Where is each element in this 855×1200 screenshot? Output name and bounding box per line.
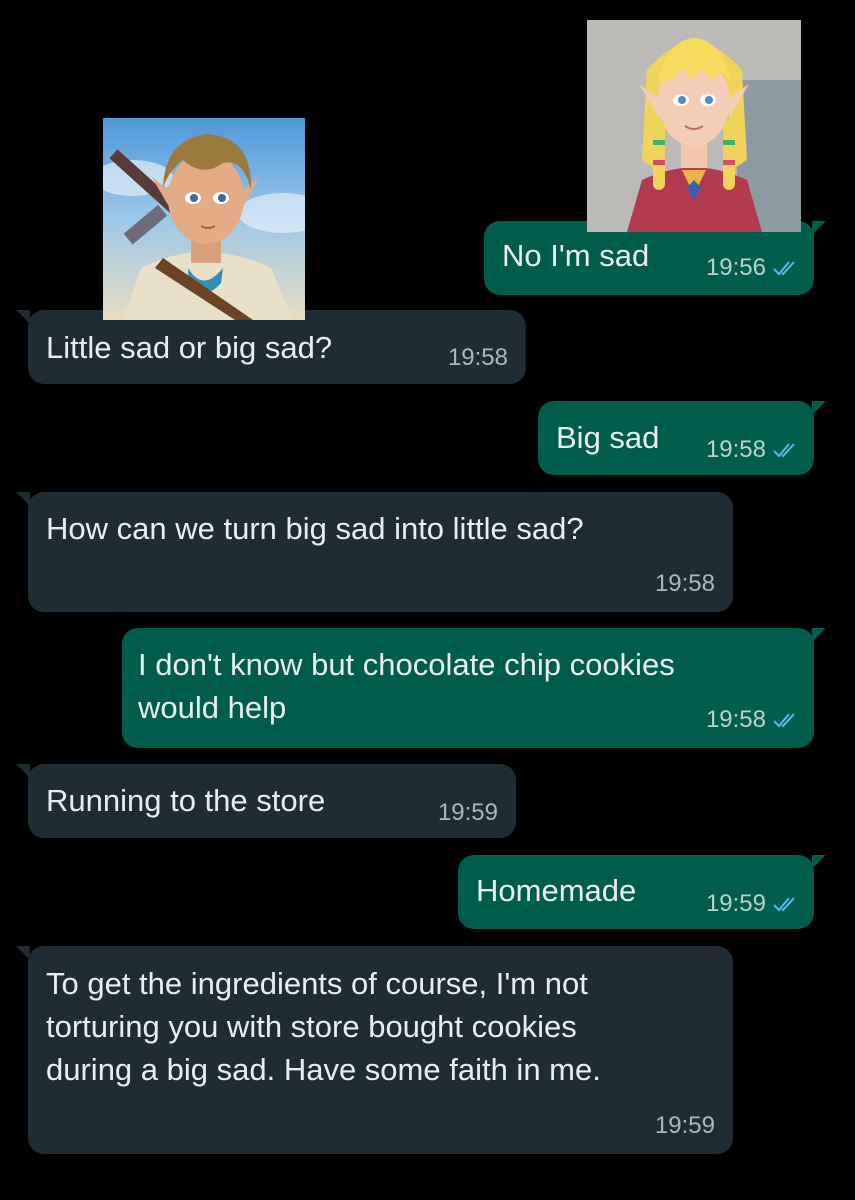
message-time: 19:58 — [705, 706, 766, 733]
message-meta: 19:58 — [655, 570, 715, 598]
bubble-tail — [16, 492, 30, 506]
message-bubble-outgoing[interactable]: Homemade 19:59 — [458, 855, 826, 929]
bubble-tail — [812, 855, 826, 869]
message-meta: 19:58 — [706, 436, 798, 464]
read-double-check-icon — [773, 443, 795, 458]
message-text: How can we turn big sad into little sad? — [46, 511, 584, 546]
message-time: 19:59 — [705, 890, 766, 917]
message-bubble-outgoing[interactable]: Big sad 19:58 — [538, 401, 826, 475]
message-bubble-outgoing[interactable]: No I'm sad 19:56 — [484, 221, 826, 295]
message-text: Little sad or big sad? — [46, 330, 333, 365]
message-time: 19:58 — [447, 344, 508, 371]
message-time: 19:56 — [705, 254, 766, 281]
bubble-tail — [16, 764, 30, 778]
blonde-princess-character-portrait — [587, 20, 801, 232]
green-tunic-character-portrait — [103, 118, 305, 320]
message-bubble-incoming[interactable]: Little sad or big sad? 19:58 — [16, 310, 526, 384]
message-time: 19:58 — [705, 436, 766, 463]
message-text: Running to the store — [46, 783, 326, 818]
bubble-tail — [16, 946, 30, 960]
bubble-tail — [812, 221, 826, 235]
message-meta: 19:59 — [655, 1112, 715, 1140]
bubble-tail — [16, 310, 30, 324]
message-time: 19:58 — [654, 570, 715, 597]
read-double-check-icon — [773, 897, 795, 912]
bubble-tail — [812, 401, 826, 415]
read-double-check-icon — [773, 261, 795, 276]
message-meta: 19:58 — [706, 706, 798, 734]
message-text: Homemade — [476, 873, 637, 908]
message-bubble-incoming[interactable]: Running to the store 19:59 — [16, 764, 516, 838]
message-meta: 19:56 — [706, 254, 798, 282]
message-meta: 19:59 — [438, 799, 498, 827]
message-text: Big sad — [556, 420, 660, 455]
message-text: I don't know but chocolate chip cookies … — [138, 647, 675, 725]
read-double-check-icon — [773, 713, 795, 728]
message-text: No I'm sad — [502, 238, 650, 273]
message-bubble-incoming[interactable]: To get the ingredients of course, I'm no… — [16, 946, 733, 1154]
message-time: 19:59 — [654, 1112, 715, 1139]
message-meta: 19:59 — [706, 890, 798, 918]
message-time: 19:59 — [437, 799, 498, 826]
bubble-tail — [812, 628, 826, 642]
message-bubble-incoming[interactable]: How can we turn big sad into little sad?… — [16, 492, 733, 612]
message-meta: 19:58 — [448, 344, 508, 372]
message-bubble-outgoing[interactable]: I don't know but chocolate chip cookies … — [122, 628, 826, 748]
message-text: To get the ingredients of course, I'm no… — [46, 966, 601, 1087]
